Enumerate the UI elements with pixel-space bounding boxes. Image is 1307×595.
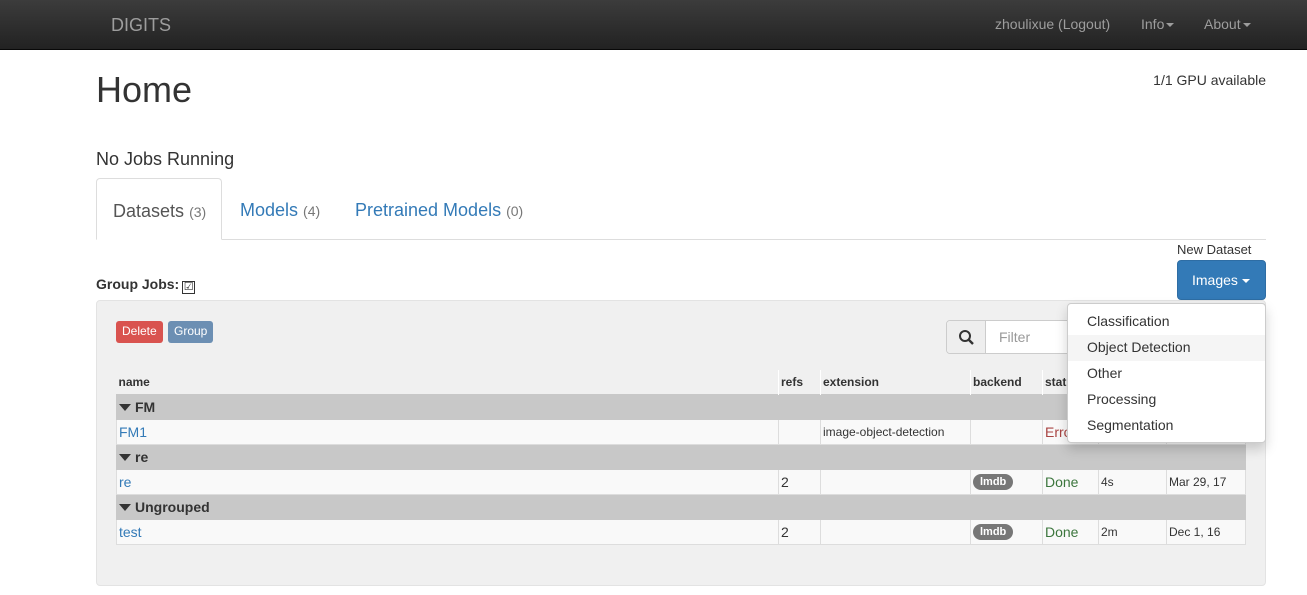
status-done: Done	[1045, 523, 1079, 540]
filter-group: Filter	[946, 320, 1086, 354]
cell-backend	[970, 418, 1043, 445]
tab-pretrained-models[interactable]: Pretrained Models (0)	[339, 178, 538, 240]
menu-item-segmentation[interactable]: Segmentation	[1068, 413, 1265, 439]
triangle-down-icon	[119, 503, 131, 511]
triangle-down-icon	[119, 453, 131, 461]
tab-count: (4)	[303, 203, 321, 219]
page-title: Home	[96, 69, 193, 110]
job-link[interactable]: FM1	[119, 424, 147, 440]
group-name: FM	[135, 398, 156, 415]
cell-date: Dec 1, 16	[1166, 518, 1246, 545]
cell-extension	[820, 468, 971, 495]
cell-refs: 2	[778, 468, 821, 495]
job-link[interactable]: re	[119, 474, 131, 490]
group-jobs: Group Jobs: ☑	[96, 276, 196, 294]
caret-down-icon	[1166, 23, 1175, 28]
cell-elapsed: 2m	[1098, 518, 1167, 545]
tab-label: Models	[240, 200, 299, 220]
col-name[interactable]: name	[116, 370, 779, 394]
tab-count: (3)	[189, 204, 207, 220]
search-icon[interactable]	[947, 321, 986, 353]
new-dataset-label: New Dataset	[1177, 242, 1252, 257]
delete-button[interactable]: Delete	[116, 321, 163, 343]
group-name: Ungrouped	[135, 498, 210, 515]
group-row[interactable]: re	[116, 443, 1246, 470]
new-dataset-images-button[interactable]: Images	[1177, 260, 1266, 300]
jobs-status: No Jobs Running	[96, 149, 235, 169]
cell-elapsed: 4s	[1098, 468, 1167, 495]
group-jobs-checkbox[interactable]: ☑	[182, 281, 196, 294]
info-menu[interactable]: Info	[1141, 16, 1175, 32]
filter-input[interactable]: Filter	[999, 329, 1030, 345]
group-button[interactable]: Group	[168, 321, 214, 343]
cell-extension	[820, 518, 971, 545]
menu-item-other[interactable]: Other	[1068, 361, 1265, 387]
status-done: Done	[1045, 473, 1079, 490]
table-row: test 2 lmdb Done 2m Dec 1, 16	[116, 518, 1246, 545]
tab-label: Pretrained Models	[355, 200, 502, 220]
gpu-status: 1/1 GPU available	[1153, 72, 1266, 88]
caret-down-icon	[1242, 23, 1251, 28]
about-menu[interactable]: About	[1204, 16, 1251, 32]
job-link[interactable]: test	[119, 524, 142, 540]
table-row: re 2 lmdb Done 4s Mar 29, 17	[116, 468, 1246, 495]
col-refs[interactable]: refs	[778, 370, 821, 394]
tab-count: (0)	[506, 203, 524, 219]
navbar: DIGITS zhoulixue (Logout) Info About	[0, 0, 1307, 50]
menu-item-processing[interactable]: Processing	[1068, 387, 1265, 413]
about-label: About	[1204, 16, 1241, 32]
menu-item-object-detection[interactable]: Object Detection	[1068, 335, 1265, 361]
col-backend[interactable]: backend	[970, 370, 1043, 394]
cell-refs: 2	[778, 518, 821, 545]
cell-extension: image-object-detection	[820, 418, 971, 445]
tab-label: Datasets	[113, 201, 185, 221]
tab-models[interactable]: Models (4)	[224, 178, 335, 240]
dataset-type-menu: Classification Object Detection Other Pr…	[1067, 303, 1266, 443]
info-label: Info	[1141, 16, 1165, 32]
col-extension[interactable]: extension	[820, 370, 971, 394]
triangle-down-icon	[119, 403, 131, 411]
caret-down-icon	[1241, 279, 1250, 284]
cell-refs	[778, 418, 821, 445]
logout-link[interactable]: zhoulixue (Logout)	[995, 16, 1110, 32]
brand-logo[interactable]: DIGITS	[111, 15, 171, 36]
button-label: Images	[1192, 272, 1238, 288]
backend-badge: lmdb	[973, 473, 1014, 490]
menu-item-classification[interactable]: Classification	[1068, 309, 1265, 335]
tab-datasets[interactable]: Datasets (3)	[96, 178, 223, 240]
cell-date: Mar 29, 17	[1166, 468, 1246, 495]
backend-badge: lmdb	[973, 523, 1014, 540]
group-name: re	[135, 448, 149, 465]
group-jobs-label: Group Jobs:	[96, 276, 180, 292]
group-row[interactable]: Ungrouped	[116, 493, 1246, 520]
